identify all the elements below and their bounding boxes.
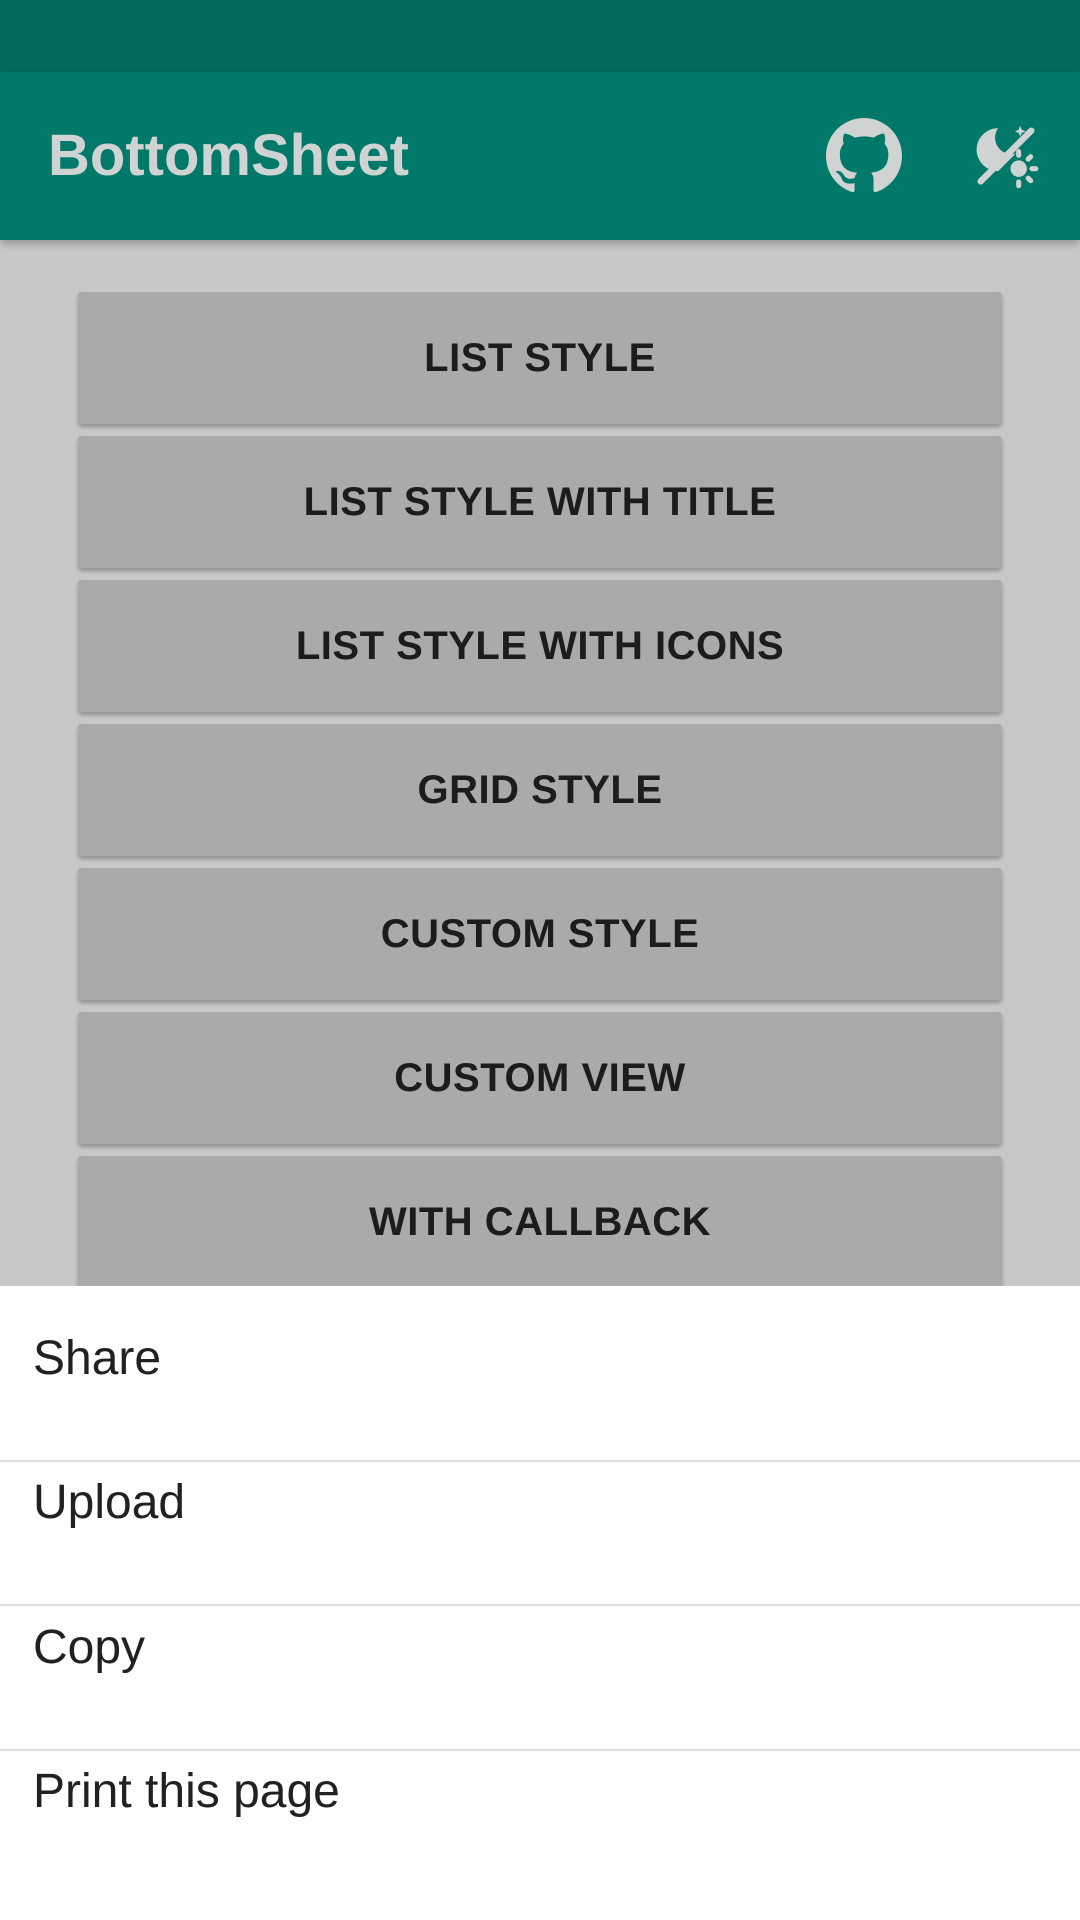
button-list: LIST STYLE LIST STYLE WITH TITLE LIST ST… [0,240,1080,1286]
status-bar [0,0,1080,72]
github-icon[interactable] [826,118,902,194]
sheet-item-share[interactable]: Share [0,1286,1080,1430]
theme-toggle-icon[interactable] [968,118,1044,194]
sheet-item-copy[interactable]: Copy [0,1575,1080,1719]
list-style-button[interactable]: LIST STYLE [78,292,1002,424]
list-style-with-title-button[interactable]: LIST STYLE WITH TITLE [78,436,1002,568]
sheet-item-print[interactable]: Print this page [0,1719,1080,1863]
app-title: BottomSheet [48,123,409,188]
with-callback-button[interactable]: WITH CALLBACK [78,1156,1002,1286]
list-style-with-icons-button[interactable]: LIST STYLE WITH ICONS [78,580,1002,712]
app-bar: BottomSheet [0,72,1080,240]
custom-view-button[interactable]: CUSTOM VIEW [78,1012,1002,1144]
grid-style-button[interactable]: GRID STYLE [78,724,1002,856]
custom-style-button[interactable]: CUSTOM STYLE [78,868,1002,1000]
bottom-sheet: Share Upload Copy Print this page [0,1286,1080,1920]
sheet-item-upload[interactable]: Upload [0,1430,1080,1574]
